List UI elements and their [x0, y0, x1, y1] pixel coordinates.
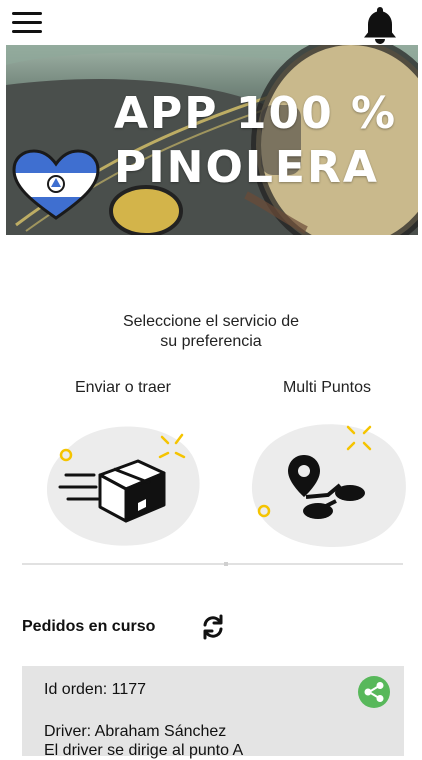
- share-button[interactable]: [358, 676, 390, 708]
- multi-point-route-icon: [251, 424, 406, 547]
- share-icon: [364, 682, 384, 702]
- section-divider-right: [228, 563, 403, 565]
- bell-icon[interactable]: [360, 4, 400, 46]
- hero-title-line1: APP 100 %: [114, 88, 398, 139]
- order-driver: Driver: Abraham Sánchez: [44, 723, 227, 740]
- service-card-enviar-o-traer[interactable]: [42, 415, 212, 555]
- hero-title-line2: PINOLERA: [114, 142, 379, 193]
- service-prompt: Seleccione el servicio de su preferencia: [100, 312, 322, 352]
- orders-section-title: Pedidos en curso: [22, 618, 156, 635]
- top-bar: [0, 0, 422, 44]
- hero-banner: APP 100 % PINOLERA: [6, 45, 418, 235]
- order-status: El driver se dirige al punto A: [44, 742, 244, 759]
- service-prompt-line2: su preferencia: [160, 333, 262, 350]
- order-card[interactable]: Id orden: 1177 Driver: Abraham Sánchez E…: [22, 666, 404, 759]
- hamburger-menu-icon[interactable]: [12, 12, 42, 34]
- service-label-multipuntos: Multi Puntos: [282, 379, 372, 396]
- delivery-box-icon: [47, 426, 200, 546]
- order-id: Id orden: 1177: [44, 681, 147, 698]
- service-label-enviar: Enviar o traer: [74, 379, 172, 396]
- service-prompt-line1: Seleccione el servicio de: [122, 313, 300, 330]
- hero-title: APP 100 % PINOLERA: [114, 87, 418, 195]
- section-divider-left: [22, 563, 224, 565]
- service-card-multi-puntos[interactable]: [244, 415, 414, 555]
- nicaragua-flag-heart-icon: [12, 149, 100, 220]
- refresh-icon[interactable]: [200, 614, 226, 640]
